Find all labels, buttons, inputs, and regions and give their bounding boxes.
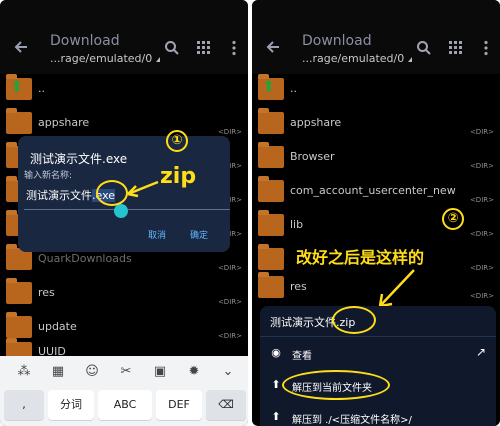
- file-name: QuarkDownloads: [38, 252, 132, 265]
- path-selector[interactable]: ...rage/emulated/0: [50, 52, 161, 65]
- dir-tag: <DIR>: [217, 264, 242, 272]
- list-item[interactable]: ..: [0, 74, 248, 108]
- dialog-title: 测试演示文件.exe: [30, 152, 128, 166]
- eye-icon: ◉: [271, 346, 281, 359]
- input-name-text: 测试演示文件: [26, 189, 92, 202]
- file-name: com_account_usercenter_new: [290, 184, 456, 197]
- menu-item-view[interactable]: ◉ 查看 ↗: [260, 340, 496, 368]
- step-number-badge: ②: [442, 208, 464, 230]
- folder-up-icon: [258, 74, 284, 100]
- list-item[interactable]: com_account_usercenter_new <DIR>: [252, 176, 500, 210]
- path-text: ...rage/emulated/0: [50, 52, 153, 65]
- file-name: res: [290, 280, 307, 293]
- file-name: update: [38, 320, 77, 333]
- dir-tag: <DIR>: [217, 298, 242, 306]
- right-screenshot: Download ...rage/emulated/0 .. appshare: [252, 0, 500, 426]
- grid-view-icon[interactable]: [448, 40, 464, 56]
- menu-item-label: 查看: [292, 351, 312, 362]
- dir-tag: <DIR>: [469, 264, 494, 272]
- path-selector[interactable]: ...rage/emulated/0: [302, 52, 413, 65]
- cancel-button[interactable]: 取消: [148, 228, 166, 241]
- highlight-circle: [282, 370, 390, 400]
- dir-tag: <DIR>: [469, 128, 494, 136]
- dir-tag: <DIR>: [469, 230, 494, 238]
- more-vert-icon[interactable]: [226, 40, 242, 56]
- dir-tag: <DIR>: [469, 162, 494, 170]
- folder-icon: [258, 272, 284, 298]
- external-arrow-icon: ↗: [475, 345, 486, 359]
- upload-icon: ⬆: [271, 378, 281, 391]
- new-name-label: 输入新名称:: [24, 171, 73, 181]
- app-bar: Download ...rage/emulated/0: [252, 0, 500, 74]
- folder-icon: [258, 210, 284, 236]
- apps-icon[interactable]: ⁂: [16, 364, 32, 380]
- chevron-down-icon[interactable]: ⌄: [220, 364, 236, 380]
- list-item[interactable]: appshare <DIR>: [252, 108, 500, 142]
- dir-tag: <DIR>: [469, 196, 494, 204]
- list-item[interactable]: res <DIR>: [0, 278, 248, 312]
- dir-tag: <DIR>: [217, 332, 242, 340]
- emoji-icon[interactable]: ☺: [84, 364, 100, 380]
- annotation-text: 改好之后是这样的: [296, 248, 425, 267]
- menu-item-label: 解压到 ./<压缩文件名称>/: [292, 415, 412, 426]
- dropdown-triangle-icon: [156, 57, 161, 62]
- search-icon[interactable]: [164, 40, 180, 56]
- settings-icon[interactable]: ✹: [186, 364, 202, 380]
- file-name: res: [38, 286, 55, 299]
- segment-key[interactable]: 分词: [48, 390, 94, 420]
- file-name: appshare: [290, 116, 342, 129]
- folder-icon: [258, 176, 284, 202]
- file-name: Browser: [290, 150, 335, 163]
- file-name: appshare: [38, 116, 90, 129]
- keyboard-icon[interactable]: ▦: [50, 364, 66, 380]
- app-bar: Download ...rage/emulated/0: [0, 0, 248, 74]
- more-vert-icon[interactable]: [478, 40, 494, 56]
- soft-keyboard: ⁂ ▦ ☺ ✂ ▣ ✹ ⌄ , 分词 ABC DEF ⌫: [0, 356, 248, 426]
- step-number-badge: ①: [166, 130, 188, 152]
- folder-icon: [258, 142, 284, 168]
- ok-button[interactable]: 确定: [190, 228, 208, 241]
- scissors-icon[interactable]: ✂: [118, 364, 134, 380]
- text-cursor-handle[interactable]: [114, 204, 128, 218]
- dir-tag: <DIR>: [469, 292, 494, 300]
- def-key[interactable]: DEF: [156, 390, 202, 420]
- dir-tag: <DIR>: [217, 128, 242, 136]
- annotation-text: zip: [160, 164, 197, 189]
- dropdown-triangle-icon: [408, 57, 413, 62]
- page-title: Download: [50, 33, 120, 49]
- file-name: lib: [290, 218, 304, 231]
- back-arrow-icon[interactable]: [12, 38, 30, 56]
- abc-key[interactable]: ABC: [98, 390, 152, 420]
- file-name: ..: [38, 82, 45, 95]
- divider: [260, 336, 496, 337]
- page-title: Download: [302, 33, 372, 49]
- folder-icon: [6, 278, 32, 304]
- list-item[interactable]: ..: [252, 74, 500, 108]
- list-item[interactable]: Browser <DIR>: [252, 142, 500, 176]
- folder-icon: [258, 108, 284, 134]
- folder-icon: [258, 244, 284, 270]
- clipboard-icon[interactable]: ▣: [152, 364, 168, 380]
- folder-icon: [6, 312, 32, 338]
- punctuation-key[interactable]: ,: [4, 390, 44, 420]
- folder-up-icon: [6, 74, 32, 100]
- path-text: ...rage/emulated/0: [302, 52, 405, 65]
- menu-item-extract-to-folder[interactable]: ⬆ 解压到 ./<压缩文件名称>/: [260, 404, 496, 426]
- search-icon[interactable]: [416, 40, 432, 56]
- arrow-icon: [127, 180, 159, 198]
- file-name: ..: [290, 82, 297, 95]
- back-arrow-icon[interactable]: [264, 38, 282, 56]
- folder-icon: [6, 108, 32, 134]
- context-menu: 测试演示文件.zip ◉ 查看 ↗ ⬆ 解压到当前文件夹 ⬆ 解压到 ./<压缩…: [260, 306, 496, 426]
- upload-icon: ⬆: [271, 410, 281, 423]
- grid-view-icon[interactable]: [196, 40, 212, 56]
- backspace-key[interactable]: ⌫: [206, 390, 246, 420]
- highlight-circle: [332, 306, 376, 334]
- left-screenshot: Download ...rage/emulated/0 .. appshare: [0, 0, 248, 426]
